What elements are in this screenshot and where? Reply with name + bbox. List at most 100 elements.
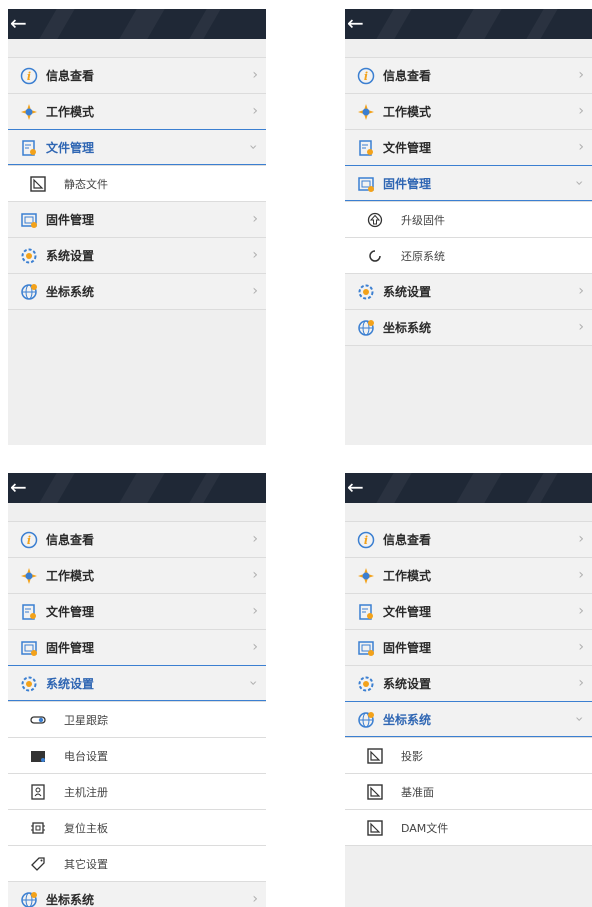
globe-icon [357,711,375,729]
svg-text:i: i [364,534,368,547]
chip-icon [30,820,46,836]
menu-item-label: 信息查看 [46,533,95,547]
header-decoration [189,473,221,503]
file-icon [20,603,38,621]
info-icon: i [20,67,38,85]
menu-item-label: 信息查看 [383,533,432,547]
menu-item[interactable]: i 信息查看 › [8,57,266,93]
menu-item-label: 工作模式 [46,105,95,119]
header-bar: ← [345,9,592,39]
menu-item[interactable]: 固件管理 › [345,629,592,665]
upload-icon [367,212,383,228]
submenu-item[interactable]: 卫星跟踪 [8,701,266,737]
menu-panel-2: ← i 信息查看 › 工作模式 › 文件管理 › 固件管理 › 升级固件 还原系统 系统设置 › 坐标系统 › [345,9,592,445]
header-spacer [8,39,266,57]
menu-item-label: 主机注册 [64,785,108,799]
header-decoration [119,9,165,39]
menu-panel-1: ← i 信息查看 › 工作模式 › 文件管理 › 静态文件 固件管理 › 系统设置 › 坐标系统 › [8,9,266,445]
menu-item-label: 电台设置 [64,749,108,763]
menu-item-label: 固件管理 [383,641,432,655]
chevron-right-icon: › [578,603,584,619]
submenu-item[interactable]: 电台设置 [8,737,266,773]
menu-item-label: 静态文件 [64,177,108,191]
submenu-item[interactable]: 还原系统 [345,237,592,273]
toggle-icon [30,712,46,728]
info-icon: i [357,531,375,549]
menu-item-label: 复位主板 [64,821,108,835]
menu-item[interactable]: 工作模式 › [8,93,266,129]
back-arrow-icon[interactable]: ← [347,11,364,35]
submenu-item[interactable]: 基准面 [345,773,592,809]
header-decoration [526,473,558,503]
menu-item-label: 其它设置 [64,857,108,871]
menu-item-label: 坐标系统 [383,321,432,335]
header-decoration [39,9,75,39]
chevron-right-icon: › [252,531,258,547]
menu-item-label: 固件管理 [46,641,95,655]
menu-item[interactable]: 系统设置 › [345,665,592,701]
menu-item[interactable]: 固件管理 › [345,165,592,201]
back-arrow-icon[interactable]: ← [10,11,27,35]
menu-item-label: 工作模式 [46,569,95,583]
menu-item[interactable]: 坐标系统 › [345,309,592,345]
menu-item[interactable]: 文件管理 › [8,593,266,629]
menu-item[interactable]: 固件管理 › [8,629,266,665]
menu-item-label: 文件管理 [46,605,95,619]
menu-item-label: 坐标系统 [46,893,95,907]
menu-item[interactable]: 坐标系统 › [8,273,266,309]
menu-item[interactable]: 系统设置 › [8,237,266,273]
tag-icon [30,856,46,872]
submenu-item[interactable]: 主机注册 [8,773,266,809]
list-end-divider [8,309,266,310]
menu-item[interactable]: 固件管理 › [8,201,266,237]
globe-icon [20,283,38,301]
menu-item[interactable]: 文件管理 › [345,129,592,165]
menu-item[interactable]: 坐标系统 › [345,701,592,737]
triangle-doc-icon [367,784,383,800]
info-icon: i [20,531,38,549]
gear-icon [357,675,375,693]
menu-item[interactable]: 系统设置 › [8,665,266,701]
chevron-right-icon: › [578,639,584,655]
compass-icon [20,103,38,121]
menu-item-label: 固件管理 [46,213,95,227]
submenu-item[interactable]: 升级固件 [345,201,592,237]
menu-item-label: 基准面 [401,785,434,799]
menu-item[interactable]: 工作模式 › [8,557,266,593]
back-arrow-icon[interactable]: ← [347,475,364,499]
menu-item[interactable]: 文件管理 › [345,593,592,629]
header-decoration [119,473,165,503]
triangle-doc-icon [367,748,383,764]
submenu-item[interactable]: 复位主板 [8,809,266,845]
header-decoration [526,9,558,39]
globe-icon [357,319,375,337]
submenu-item[interactable]: 其它设置 [8,845,266,881]
menu-item-label: 文件管理 [383,605,432,619]
header-spacer [345,503,592,521]
menu-item[interactable]: 文件管理 › [8,129,266,165]
menu-item[interactable]: i 信息查看 › [345,57,592,93]
chevron-right-icon: › [578,567,584,583]
menu-item[interactable]: i 信息查看 › [345,521,592,557]
chevron-right-icon: › [578,675,584,691]
menu-item-label: 系统设置 [383,285,432,299]
menu-item[interactable]: i 信息查看 › [8,521,266,557]
chevron-right-icon: › [252,567,258,583]
submenu-item[interactable]: 投影 [345,737,592,773]
header-decoration [39,473,75,503]
header-spacer [345,39,592,57]
menu-item[interactable]: 工作模式 › [345,557,592,593]
menu-item-label: 投影 [401,749,423,763]
submenu-item[interactable]: DAM文件 [345,809,592,845]
back-arrow-icon[interactable]: ← [10,475,27,499]
menu-item[interactable]: 系统设置 › [345,273,592,309]
menu-item[interactable]: 坐标系统 › [8,881,266,907]
menu-item[interactable]: 工作模式 › [345,93,592,129]
file-icon [357,139,375,157]
submenu-item[interactable]: 静态文件 [8,165,266,201]
chevron-right-icon: › [578,531,584,547]
chevron-right-icon: › [252,247,258,263]
chevron-down-icon: › [571,716,588,722]
header-bar: ← [8,9,266,39]
firmware-icon [357,175,375,193]
